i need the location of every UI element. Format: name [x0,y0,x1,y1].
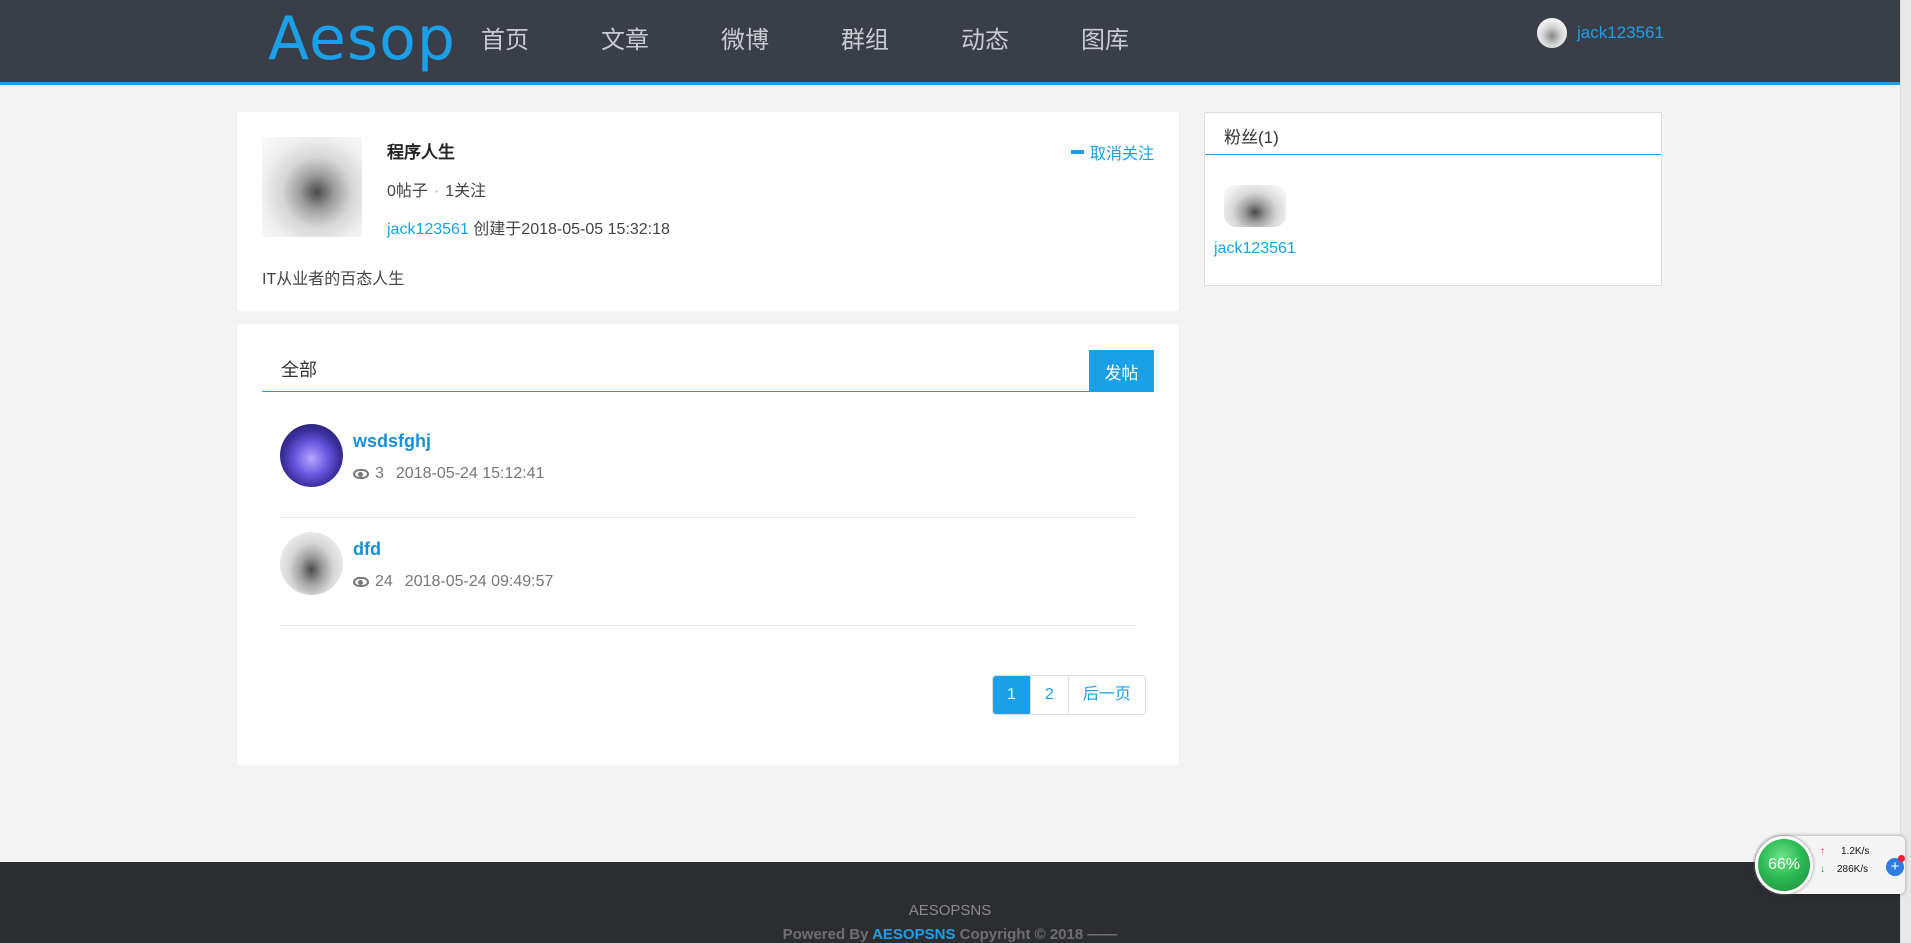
download-speed: ↓ 286K/s [1820,864,1868,875]
fans-header: 粉丝(1) [1205,113,1661,155]
upload-arrow-icon: ↑ [1820,846,1825,857]
page-1-button[interactable]: 1 [993,676,1030,714]
post-author-avatar[interactable] [280,424,343,487]
network-speed-widget[interactable]: 66% ↑ 1.2K/s ↓ 286K/s + [1755,836,1905,894]
group-post-count: 0帖子 [387,183,428,200]
memory-percent-ball[interactable]: 66% [1755,836,1813,894]
eye-icon [353,469,369,479]
group-creator-link[interactable]: jack123561 [387,221,469,238]
notification-dot-icon [1898,855,1905,862]
posts-tabbar: 全部 发帖 [262,350,1154,392]
vertical-scrollbar[interactable] [1900,0,1911,943]
group-meta: jack123561 创建于2018-05-05 15:32:18 [387,215,670,239]
footer-brand-link[interactable]: AESOPSNS [872,926,955,943]
group-avatar [262,137,362,237]
site-logo[interactable]: Aesop [268,4,456,74]
post-date: 2018-05-24 15:12:41 [395,465,545,482]
footer-powered-by: Powered By [782,926,873,943]
page-2-button[interactable]: 2 [1029,676,1068,714]
nav-groups[interactable]: 群组 [841,24,889,58]
group-name: 程序人生 [387,143,455,162]
footer-copyright: Powered By AESOPSNS Copyright © 2018 —— [0,926,1900,943]
tab-all[interactable]: 全部 [281,356,317,382]
footer-site-name: AESOPSNS [908,902,992,919]
group-created-date: 创建于2018-05-05 15:32:18 [468,221,670,238]
fan-avatar[interactable] [1224,185,1286,227]
pagination: 1 2 后一页 [992,675,1146,715]
group-description: IT从业者的百态人生 [262,271,405,288]
minus-icon [1070,150,1084,154]
post-date: 2018-05-24 09:49:57 [404,573,554,590]
group-info-card: 程序人生 0帖子 · 1关注 jack123561 创建于2018-05-05 15… [237,112,1179,311]
post-author-avatar[interactable] [280,532,343,595]
post-item: dfd 24 2018-05-24 09:49:57 [280,518,1136,626]
post-title[interactable]: wsdsfghj [353,431,431,452]
post-views: 3 [375,465,384,482]
posts-card: 全部 发帖 wsdsfghj 3 2018-05-24 15:12:41 dfd… [237,324,1179,765]
nav-weibo[interactable]: 微博 [721,24,769,58]
upload-speed-value: 1.2K/s [1841,846,1870,857]
top-navbar: Aesop 首页 文章 微博 群组 动态 图库 jack123561 [0,0,1911,85]
post-views: 24 [375,573,393,590]
eye-icon [353,577,369,587]
group-follow-count: 1关注 [445,183,487,200]
download-arrow-icon: ↓ [1820,864,1825,875]
group-stats: 0帖子 · 1关注 [387,177,486,201]
stats-separator: · [433,183,440,200]
nav-gallery[interactable]: 图库 [1081,24,1129,58]
post-title[interactable]: dfd [353,539,381,560]
post-info: 24 2018-05-24 09:49:57 [353,573,553,591]
fans-panel: 粉丝(1) jack123561 [1204,112,1662,286]
unfollow-label: 取消关注 [1089,146,1154,163]
user-menu[interactable]: jack123561 [1537,18,1664,48]
nav-activity[interactable]: 动态 [961,24,1009,58]
next-page-button[interactable]: 后一页 [1067,676,1145,714]
post-info: 3 2018-05-24 15:12:41 [353,465,544,483]
new-post-button[interactable]: 发帖 [1089,350,1154,392]
footer-copyright-text: Copyright © 2018 —— [955,926,1118,943]
user-avatar[interactable] [1537,18,1567,48]
nav-articles[interactable]: 文章 [601,24,649,58]
fans-title: 粉丝(1) [1224,128,1279,147]
fan-name-link[interactable]: jack123561 [1214,240,1296,258]
unfollow-button[interactable]: 取消关注 [1070,140,1154,164]
post-item: wsdsfghj 3 2018-05-24 15:12:41 [280,410,1136,518]
download-speed-value: 286K/s [1837,864,1869,875]
user-name[interactable]: jack123561 [1577,23,1664,43]
upload-speed: ↑ 1.2K/s [1820,846,1869,857]
nav-home[interactable]: 首页 [481,24,529,58]
main-nav: 首页 文章 微博 群组 动态 图库 [481,24,1201,58]
page-footer: AESOPSNS Powered By AESOPSNS Copyright ©… [0,862,1900,943]
